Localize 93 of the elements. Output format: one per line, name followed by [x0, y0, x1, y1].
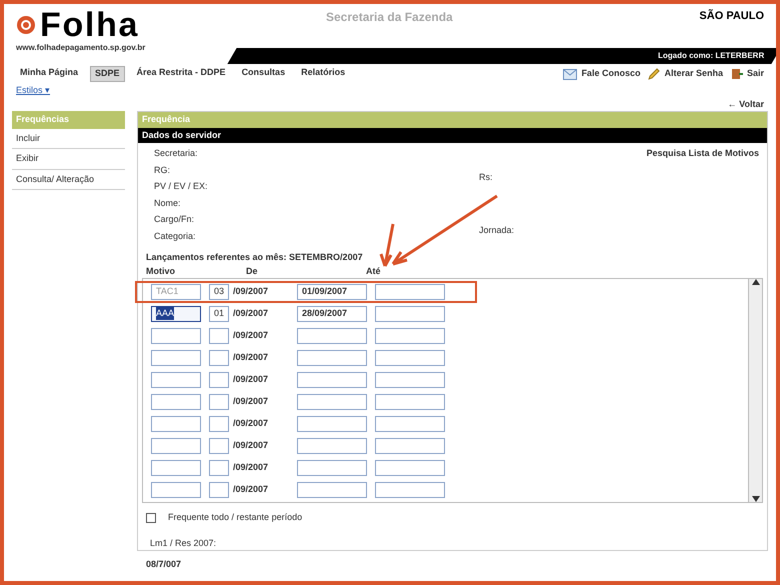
notes-input[interactable]: [375, 328, 445, 344]
checkbox[interactable]: [146, 512, 156, 523]
reason-value: TAC1: [156, 284, 178, 298]
reason-input[interactable]: [151, 482, 201, 498]
panel-header: Frequência: [138, 112, 767, 128]
column-header: De: [246, 264, 259, 278]
day-input[interactable]: 03: [209, 284, 229, 300]
end-date-input[interactable]: [297, 372, 367, 388]
header-link[interactable]: Alterar Senha: [664, 67, 723, 81]
mail-icon: [563, 68, 578, 80]
logo: Folha: [40, 8, 140, 42]
scroll-down-icon: [752, 496, 760, 502]
menu-tab[interactable]: Minha Página: [16, 66, 82, 82]
field-label: Categoria:: [153, 230, 197, 243]
header-link[interactable]: Fale Conosco: [581, 67, 640, 81]
section-bar: Dados do servidor: [138, 128, 767, 143]
field-label: Secretaria:: [153, 147, 199, 160]
end-date-input[interactable]: 01/09/2007: [297, 284, 367, 300]
header-link[interactable]: Sair: [746, 67, 764, 81]
checkbox-label: Frequente todo / restante período: [168, 511, 302, 524]
reason-input[interactable]: AAA: [151, 306, 201, 322]
menu-tab[interactable]: Área Restrita - DDPE: [132, 66, 230, 82]
month-year: /09/2007: [233, 438, 270, 452]
scroll-up-icon: [752, 279, 760, 285]
page-title: Secretaria da Fazenda: [326, 9, 453, 26]
reason-input[interactable]: [151, 416, 201, 432]
day-input[interactable]: [209, 416, 229, 432]
column-header: Motivo: [146, 264, 176, 278]
menu-tab[interactable]: SDPE: [90, 66, 125, 82]
reason-input[interactable]: [151, 394, 201, 410]
reason-input[interactable]: [151, 438, 201, 454]
field-label: Jornada:: [479, 224, 516, 237]
reason-input[interactable]: [151, 460, 201, 476]
reason-input[interactable]: [151, 372, 201, 388]
notes-input[interactable]: [375, 350, 445, 366]
reason-value: AAA: [156, 306, 174, 320]
notes-input[interactable]: [375, 416, 445, 432]
day-input[interactable]: [209, 350, 229, 366]
field-label: Nome:: [153, 196, 182, 210]
month-year: /09/2007: [233, 416, 270, 430]
notes-input[interactable]: [375, 460, 445, 476]
month-year: /09/2007: [233, 394, 270, 408]
month-year: /09/2007: [233, 350, 270, 364]
field-label: PV / EV / EX:: [153, 180, 208, 193]
month-year: /09/2007: [233, 306, 270, 320]
day-input[interactable]: [209, 482, 229, 498]
end-date-input[interactable]: [297, 350, 367, 366]
field-label: Rs:: [479, 170, 494, 184]
end-date-input[interactable]: [297, 460, 367, 476]
month-year: /09/2007: [233, 482, 270, 496]
sidebar-item[interactable]: Incluir: [12, 128, 125, 149]
end-date-input[interactable]: [297, 482, 367, 498]
column-header: Até: [366, 264, 381, 278]
sidebar-item[interactable]: Consulta/ Alteração: [12, 170, 125, 190]
end-date-input[interactable]: [297, 394, 367, 410]
style-link[interactable]: Estilos ▾: [16, 85, 50, 95]
footer-label: Lm1 / Res 2007:: [149, 536, 218, 550]
state-name: SÃO PAULO: [699, 8, 764, 24]
footer-value: 08/7/007: [145, 558, 182, 571]
search-link[interactable]: Pesquisa Lista de Motivos: [646, 147, 759, 160]
pencil-icon: [648, 68, 660, 80]
end-date-input[interactable]: [297, 438, 367, 454]
menu-tab[interactable]: Consultas: [238, 66, 290, 82]
field-label: Cargo/Fn:: [153, 213, 196, 226]
end-date-input[interactable]: [297, 328, 367, 344]
sidebar-header: Frequências: [12, 111, 125, 128]
end-date-input[interactable]: 28/09/2007: [297, 306, 367, 322]
notes-input[interactable]: [375, 372, 445, 388]
month-year: /09/2007: [233, 328, 270, 342]
day-input[interactable]: [209, 372, 229, 388]
month-year: /09/2007: [233, 284, 270, 298]
day-input[interactable]: [209, 328, 229, 344]
notes-input[interactable]: [375, 438, 445, 454]
reason-input[interactable]: [151, 328, 201, 344]
month-year: /09/2007: [233, 460, 270, 474]
reason-input[interactable]: [151, 350, 201, 366]
day-input[interactable]: 01: [209, 306, 229, 322]
notes-input[interactable]: [375, 482, 445, 498]
end-date-input[interactable]: [297, 416, 367, 432]
menu-tab[interactable]: Relatórios: [297, 66, 350, 82]
period-label: Lançamentos referentes ao mês: SETEMBRO/2007: [145, 251, 364, 264]
notes-input[interactable]: [375, 284, 445, 300]
month-year: /09/2007: [233, 372, 270, 386]
back-link[interactable]: ← Voltar: [728, 98, 764, 111]
site-url: www.folhadepagamento.sp.gov.br: [16, 42, 146, 54]
door-icon: [730, 68, 743, 80]
day-input[interactable]: [209, 438, 229, 454]
day-input[interactable]: [209, 460, 229, 476]
field-label: RG:: [153, 164, 172, 176]
logged-user: Logado como: LETERBERR: [658, 50, 764, 62]
notes-input[interactable]: [375, 394, 445, 410]
day-input[interactable]: [209, 394, 229, 410]
notes-input[interactable]: [375, 306, 445, 322]
